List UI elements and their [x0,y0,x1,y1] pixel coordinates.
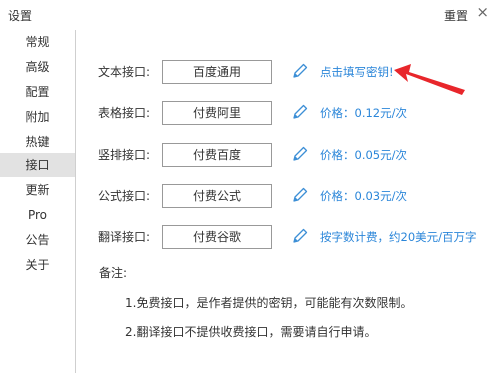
pencil-icon[interactable] [291,186,309,204]
fill-key-link[interactable]: 点击填写密钥! [320,60,394,84]
vertical-interface-label: 竖排接口: [98,148,151,162]
table-interface-select[interactable]: 付费阿里 [162,101,272,125]
table-interface-price: 价格：0.12元/次 [320,106,407,120]
formula-interface-price: 价格：0.03元/次 [320,189,407,203]
sidebar-item-advanced[interactable]: 高级 [0,55,75,79]
sidebar-item-extra[interactable]: 附加 [0,105,75,129]
vertical-interface-price: 价格：0.05元/次 [320,148,407,162]
sidebar-item-hotkeys[interactable]: 热键 [0,130,75,154]
table-interface-label: 表格接口: [98,106,151,120]
sidebar-item-notice[interactable]: 公告 [0,228,75,252]
note-item: 1.免费接口，是作者提供的密钥，可能能有次数限制。 [125,296,413,310]
text-interface-select[interactable]: 百度通用 [162,60,272,84]
formula-interface-label: 公式接口: [98,189,151,203]
reset-button[interactable]: 重置 [444,7,468,24]
note-item: 2.翻译接口不提供收费接口，需要请自行申请。 [125,325,377,339]
sidebar-item-general[interactable]: 常规 [0,30,75,54]
formula-interface-select[interactable]: 付费公式 [162,184,272,208]
pencil-icon[interactable] [291,103,309,121]
translate-interface-label: 翻译接口: [98,230,151,244]
sidebar-item-interface[interactable]: 接口 [0,153,75,177]
sidebar-item-about[interactable]: 关于 [0,253,75,277]
pencil-icon[interactable] [291,227,309,245]
pencil-icon[interactable] [291,145,309,163]
translate-interface-select[interactable]: 付费谷歌 [162,225,272,249]
vertical-interface-select[interactable]: 付费百度 [162,143,272,167]
sidebar-item-update[interactable]: 更新 [0,178,75,202]
sidebar-item-pro[interactable]: Pro [0,203,75,227]
sidebar-item-config[interactable]: 配置 [0,80,75,104]
window-title: 设置 [8,9,33,23]
text-interface-label: 文本接口: [98,65,151,79]
translate-interface-price: 按字数计费，约20美元/百万字 [320,230,477,244]
pencil-icon[interactable] [291,62,309,80]
close-icon[interactable]: × [476,3,489,21]
notes-title: 备注: [99,266,128,280]
sidebar: 常规 高级 配置 附加 热键 接口 更新 Pro 公告 关于 [0,30,76,373]
